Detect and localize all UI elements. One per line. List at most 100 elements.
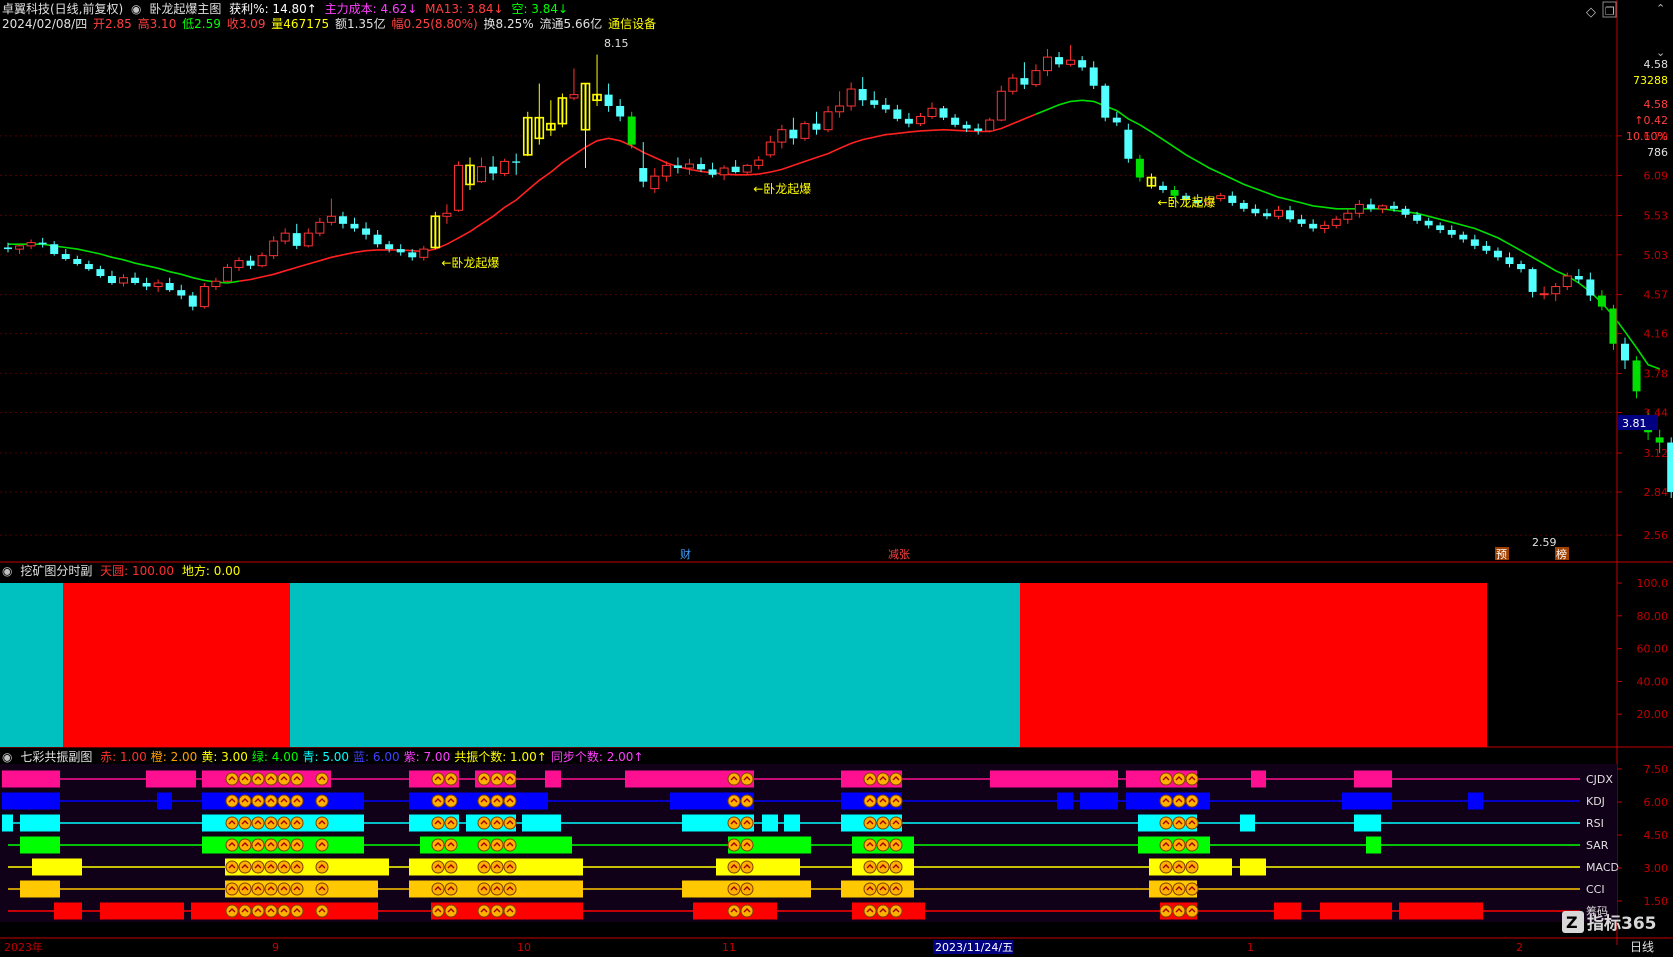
candle-body [477,166,487,183]
resonance-coin-icon [1185,772,1199,786]
candle-body [500,160,510,174]
resonance-coin-icon [1172,772,1186,786]
candle [673,157,682,174]
resonance-coin-icon [290,772,304,786]
candle-body [742,164,752,173]
diamond-icon[interactable]: ◇ [1586,5,1596,20]
candle-body [1517,264,1526,270]
stock-name[interactable]: 卓翼科技(日线,前复权) [2,2,123,16]
main-indicator-name[interactable]: 卧龙起爆主图 [149,2,221,16]
event-marker-cai[interactable]: 财 [680,547,691,561]
price-tick-label: 6.09 [1644,169,1669,182]
signal-label: ←卧龙起爆 [1157,196,1215,210]
candle [1055,52,1064,68]
panel2-tick-label: 60.00 [1637,643,1669,656]
resonance-bar [545,770,561,788]
chevron-up-icon[interactable]: ⌃ [1656,2,1665,15]
panel3-tick-label: 6.00 [1644,796,1669,809]
resonance-coin-icon [238,904,252,918]
resonance-bar [1251,770,1266,788]
candle-body [1551,286,1561,295]
period-label[interactable]: 日线 [1630,940,1654,954]
candle [569,68,579,101]
candle-body [489,166,498,174]
panel3-axis: 7.50 6.00 4.50 3.00 1.50 [1617,763,1668,908]
candle-body [1609,308,1618,344]
resonance-coin-icon [1172,904,1186,918]
event-marker-yu[interactable]: 预 [1496,548,1507,561]
resonance-bar [54,902,82,920]
candle-body [1470,239,1479,246]
resonance-coin-icon [277,860,291,874]
candle [38,237,47,248]
candle-body [1574,275,1583,280]
resonance-coin-icon [1172,882,1186,896]
resonance-row-label: MACD [1586,861,1619,874]
candle [1621,337,1629,370]
resonance-coin-icon [290,838,304,852]
candle-body [627,116,636,145]
candle [1309,219,1318,232]
resonance-bar [1354,814,1381,832]
time-axis-label: 2 [1516,941,1523,954]
resonance-coin-icon [876,882,890,896]
candle-body [153,282,163,288]
candle [26,239,36,250]
candle [1008,73,1018,95]
collapse-icon[interactable]: ◉ [131,2,141,16]
candle-body [639,168,648,182]
candle-body [84,264,93,270]
quote-change: 幅0.25(8.80%) [391,17,478,31]
candle-body [1101,85,1110,118]
candle-body [165,282,174,291]
resonance-coin-icon [431,882,445,896]
resonance-coin-icon [1172,816,1186,830]
candle-body [661,164,671,177]
time-axis-label: 1 [1247,941,1254,954]
candle [153,279,163,292]
resonance-coin-icon [251,794,265,808]
candle-body [1320,224,1330,229]
candle [812,111,821,135]
candle-body [939,108,948,118]
candle [257,252,267,268]
resonance-coin-icon [238,882,252,896]
panel3-legend: 赤: 1.00 橙: 2.00 黄: 3.00 绿: 4.00 青: 5.00 蓝: 6.… [100,750,647,764]
panel2-di: 地方: 0.00 [181,564,241,578]
restore-icon: ❐ [1605,5,1615,18]
candle-body [1135,158,1144,178]
quote-close: 收3.09 [226,17,266,31]
event-marker-jianzhang[interactable]: 减张 [888,548,910,561]
panel3-title[interactable]: 七彩共振副图 [20,750,92,764]
resonance-coin-icon [431,816,445,830]
panel3-tick-label: 4.50 [1644,829,1669,842]
panel2-collapse-icon[interactable]: ◉ [2,564,12,578]
resonance-coin-icon [503,794,517,808]
quote-sector[interactable]: 通信设备 [608,17,656,31]
resonance-coin-icon [277,816,291,830]
chevron-down-icon[interactable]: ⌄ [1656,46,1665,59]
resonance-coin-icon [225,904,239,918]
resonance-row-label: CJDX [1586,773,1613,786]
resonance-coin-icon [1172,794,1186,808]
event-marker-bang[interactable]: 榜 [1556,547,1567,561]
resonance-coin-icon [477,904,491,918]
candle [1632,356,1641,399]
resonance-coin-icon [251,882,265,896]
resonance-coin-icon [238,838,252,852]
resonance-bar [990,770,1118,788]
candle-body [350,223,359,229]
resonance-coin-icon [444,772,458,786]
panel2-title[interactable]: 挖矿图分时副 [20,564,92,578]
resonance-coin-icon [251,838,265,852]
resonance-coin-icon [490,882,504,896]
empty-value: 空: 3.84↓ [511,2,569,16]
price-tick-label: 5.03 [1644,249,1669,262]
candle [373,230,382,248]
candle-body [1286,210,1295,220]
panel3-collapse-icon[interactable]: ◉ [2,750,12,764]
candle [684,158,694,175]
resonance-coin-icon [1185,794,1199,808]
resonance-coin-icon [1185,904,1199,918]
resonance-bar [1057,792,1073,810]
